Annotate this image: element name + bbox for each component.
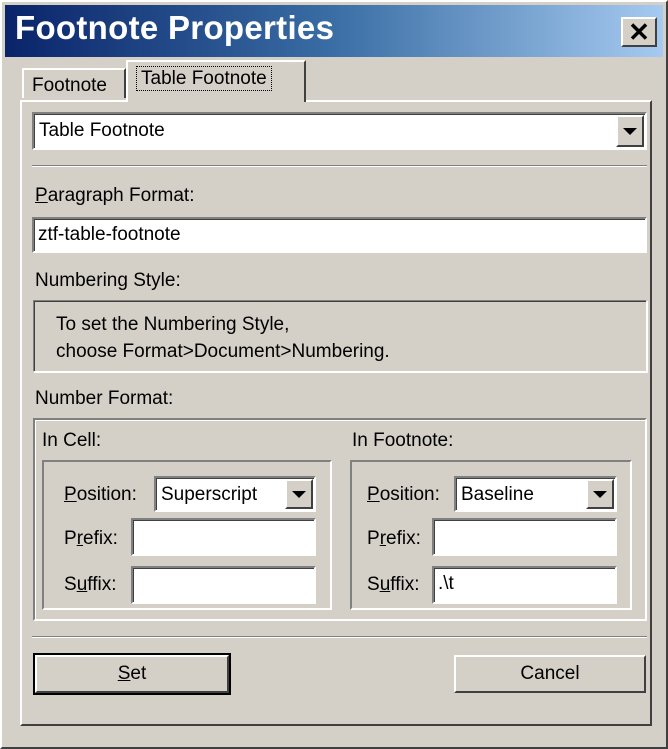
paragraph-format-label: Paragraph Format: [35,185,195,206]
in-footnote-position-value: Baseline [461,484,534,505]
cancel-button-label: Cancel [520,663,580,684]
in-cell-prefix-label: Prefix: [64,528,118,549]
chevron-down-icon [593,490,607,498]
set-button[interactable]: Set [33,653,231,695]
chevron-down-icon [292,490,306,498]
close-icon: ✕ [628,17,650,47]
in-footnote-prefix-input[interactable] [432,518,617,556]
separator [32,165,647,167]
numbering-style-label: Numbering Style: [35,270,181,291]
in-cell-position-dropdown-button[interactable] [285,479,313,509]
tab-footnote-label: Footnote [32,75,107,96]
footnote-properties-dialog: Footnote Properties ✕ Footnote Table Foo… [0,0,668,749]
in-footnote-suffix-value: .\t [438,573,454,594]
in-cell-position-select[interactable]: Superscript [154,476,316,512]
in-footnote-position-label: Position: [367,484,440,505]
cancel-button[interactable]: Cancel [454,655,646,693]
in-cell-suffix-label: Suffix: [64,574,117,595]
in-footnote-label: In Footnote: [352,430,454,451]
footnote-type-dropdown-button[interactable] [616,115,644,147]
in-cell-position-label: Position: [64,484,137,505]
tab-footnote[interactable]: Footnote [22,68,126,98]
close-button[interactable]: ✕ [621,17,657,47]
in-cell-suffix-input[interactable] [131,566,316,604]
in-footnote-suffix-label: Suffix: [367,574,420,595]
footnote-type-value: Table Footnote [39,120,165,141]
in-cell-position-value: Superscript [161,484,258,505]
title-bar[interactable]: Footnote Properties ✕ [5,5,663,57]
in-footnote-position-dropdown-button[interactable] [586,479,614,509]
paragraph-format-value: ztf-table-footnote [38,224,181,245]
tab-table-footnote-label: Table Footnote [136,66,272,91]
paragraph-format-input[interactable]: ztf-table-footnote [32,217,647,253]
in-cell-prefix-input[interactable] [131,518,316,556]
number-format-label: Number Format: [35,388,174,409]
in-cell-label: In Cell: [42,430,102,451]
separator [32,636,647,638]
in-footnote-position-select[interactable]: Baseline [454,476,617,512]
tab-table-footnote[interactable]: Table Footnote [126,60,306,102]
chevron-down-icon [623,127,637,135]
set-button-label: Set [117,663,147,684]
in-footnote-prefix-label: Prefix: [367,528,421,549]
footnote-type-select[interactable]: Table Footnote [32,112,647,150]
numbering-style-line-1: To set the Numbering Style, [56,314,290,335]
in-footnote-suffix-input[interactable]: .\t [432,566,617,604]
dialog-title: Footnote Properties [15,9,335,46]
numbering-style-info-box: To set the Numbering Style, choose Forma… [33,300,647,372]
numbering-style-line-2: choose Format>Document>Numbering. [56,341,390,362]
